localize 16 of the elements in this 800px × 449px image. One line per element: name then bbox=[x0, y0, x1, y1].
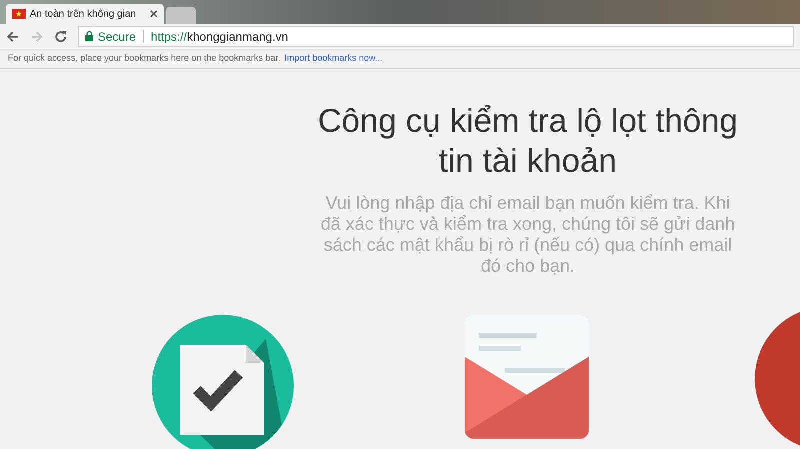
import-bookmarks-link[interactable]: Import bookmarks now... bbox=[284, 52, 383, 66]
secure-label: Secure bbox=[98, 28, 136, 46]
lock-icon bbox=[85, 31, 94, 42]
page-description: Vui lòng nhập địa chỉ email bạn muốn kiểm tra. Khi đã xác thực và kiểm tra xong, chúng tôi sẽ gửi danh sách các mật khẩu bị rò rỉ (nếu có) qua chính email đó cho bạn. bbox=[320, 193, 736, 277]
bookmarks-hint: For quick access, place your bookmarks here on the bookmarks bar. bbox=[8, 52, 281, 66]
document-check-icon bbox=[152, 315, 294, 449]
address-field[interactable]: Secure https://khonggianmang.vn bbox=[78, 26, 794, 47]
flag-icon bbox=[12, 9, 26, 19]
tab-title: An toàn trên không gian bbox=[30, 8, 136, 22]
close-tab-icon[interactable] bbox=[150, 10, 158, 18]
browser-tab[interactable]: An toàn trên không gian bbox=[6, 4, 164, 24]
url-text: https://khonggianmang.vn bbox=[151, 28, 288, 46]
page-heading: Công cụ kiểm tra lộ lọt thông tin tài khoản bbox=[316, 101, 740, 181]
back-icon[interactable] bbox=[6, 30, 20, 44]
envelope-icon bbox=[465, 315, 589, 439]
reload-icon[interactable] bbox=[54, 30, 68, 44]
